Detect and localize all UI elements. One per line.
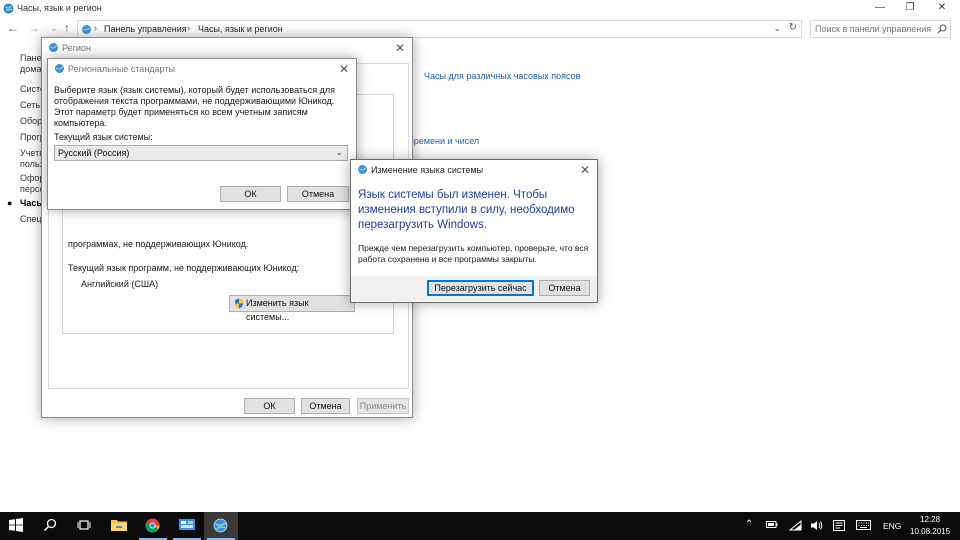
back-arrow-icon[interactable]: ← [5,20,21,36]
window-title: Часы, язык и регион [17,3,102,13]
current-system-locale-label: Текущий язык системы: [54,132,153,142]
restart-now-button[interactable]: Перезагрузить сейчас [427,280,534,296]
clock-time[interactable]: 12:28 [920,515,940,524]
breadcrumb-separator-icon: › [94,23,97,33]
restore-button[interactable]: ❐ [896,1,924,15]
minimize-button[interactable]: — [866,1,894,15]
forward-arrow-icon[interactable]: → [26,20,42,36]
chrome-button[interactable] [136,512,170,540]
globe-icon [3,3,14,16]
chevron-up-icon[interactable]: ⌃ [745,519,753,530]
current-program-language-label: Текущий язык программ, не поддерживающих… [68,263,300,273]
region-icon [54,63,65,76]
wifi-icon[interactable] [788,519,802,533]
change-system-locale-button[interactable]: Изменить язык системы... [229,295,355,322]
windows-logo-icon [9,518,23,532]
start-button[interactable] [0,512,34,540]
close-icon[interactable]: ✕ [392,40,408,56]
control-panel-icon [81,24,92,37]
region-dialog-title: Регион [62,43,91,53]
task-view-button[interactable] [68,512,102,540]
restart-dialog-titlebar: Изменение языка системы ✕ [351,160,597,180]
region-dialog-titlebar: Регион ✕ [42,38,412,58]
region-icon [48,42,59,55]
regional-settings-titlebar: Региональные стандарты ✕ [48,59,356,79]
keyboard-icon[interactable] [856,520,871,532]
up-arrow-icon[interactable]: ↑ [59,20,75,36]
restart-dialog-title: Изменение языка системы [371,165,484,175]
current-item-bullet-icon: ● [7,198,13,208]
file-explorer-button[interactable] [102,512,136,540]
battery-icon[interactable] [766,520,778,531]
region-cancel-button[interactable]: Отмена [301,398,350,414]
current-program-language-value: Английский (США) [81,279,159,289]
shield-icon [234,298,244,313]
address-bar[interactable]: › Панель управления › Часы, язык и регио… [77,20,802,38]
regional-ok-button[interactable]: ОК [220,186,281,202]
restart-cancel-button[interactable]: Отмена [539,280,590,296]
taskbar: ⌃ ENG 12:28 10.08.2015 [0,512,960,540]
restart-body-text: Прежде чем перезагрузить компьютер, пров… [358,243,589,264]
link-time-zones[interactable]: Часы для различных часовых поясов [424,71,580,81]
input-language-indicator[interactable]: ENG [883,521,901,531]
system-locale-value: Русский (Россия) [58,148,130,158]
control-panel-taskbar-button[interactable] [170,512,204,540]
cortana-search-icon [43,518,57,532]
close-window-button[interactable]: ✕ [928,1,956,15]
notification-icon[interactable] [833,520,845,533]
task-view-icon [77,520,91,530]
control-panel-icon [179,519,195,530]
regional-settings-dialog: Региональные стандарты ✕ Выберите язык (… [47,58,357,210]
search-taskbar-button[interactable] [34,512,68,540]
breadcrumb-current[interactable]: Часы, язык и регион [198,24,283,34]
search-icon[interactable] [937,24,947,36]
regional-cancel-button[interactable]: Отмена [287,186,349,202]
chrome-icon [145,518,160,533]
chevron-down-icon[interactable]: ⌄ [773,23,781,34]
region-taskbar-button[interactable] [204,512,238,540]
window-titlebar: Часы, язык и регион — ❐ ✕ [0,0,960,17]
region-icon [213,518,228,533]
system-locale-select[interactable]: Русский (Россия) ⌄ [54,145,348,161]
breadcrumb-separator-icon: › [187,23,190,33]
close-icon[interactable]: ✕ [577,162,593,178]
region-icon [357,164,368,177]
search-input[interactable] [815,23,933,35]
link-time-numbers[interactable]: времени и чисел [409,136,479,146]
file-explorer-icon [111,520,127,531]
system-locale-description: Выберите язык (язык системы), который бу… [54,85,335,128]
regional-settings-title: Региональные стандарты [68,64,175,74]
region-apply-button[interactable]: Применить [357,398,409,414]
volume-icon[interactable] [810,520,823,533]
restart-heading: Язык системы был изменен. Чтобы изменени… [358,189,575,231]
restart-dialog-footer: Перезагрузить сейчас Отмена [351,276,597,302]
clock-date[interactable]: 10.08.2015 [910,527,950,536]
chevron-down-icon: ⌄ [335,147,343,157]
breadcrumb-control-panel[interactable]: Панель управления [104,24,187,34]
restart-dialog: Изменение языка системы ✕ Язык системы б… [350,159,598,303]
programs-text: программах, не поддерживающих Юникод. [68,239,249,249]
search-box[interactable] [810,20,951,38]
region-ok-button[interactable]: ОК [244,398,295,414]
close-icon[interactable]: ✕ [336,61,352,77]
refresh-icon[interactable]: ↻ [789,22,797,33]
